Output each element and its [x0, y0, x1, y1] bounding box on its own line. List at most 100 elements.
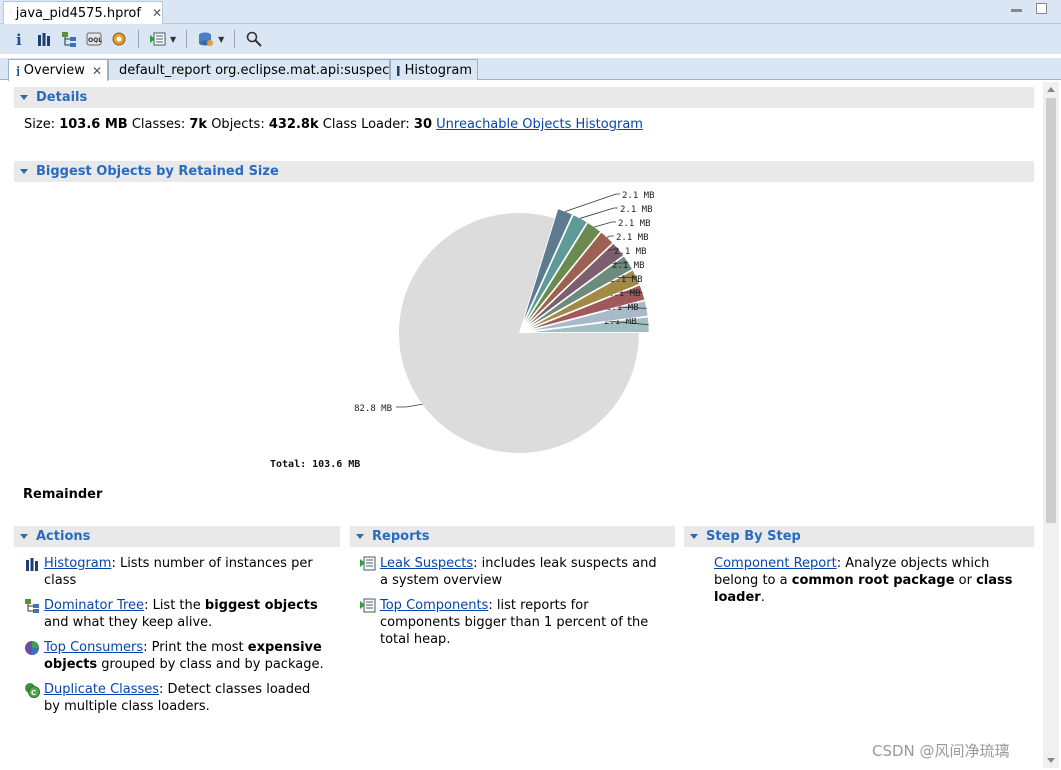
duplicate-classes-link[interactable]: Duplicate Classes — [44, 682, 159, 697]
component-report-desc-c: . — [760, 590, 765, 605]
dominator-desc-b: and what they keep alive. — [44, 615, 213, 630]
size-value: 103.6 MB — [59, 117, 128, 132]
class-loader-label: Class Loader: — [322, 117, 410, 132]
leak-suspects-link[interactable]: Leak Suspects — [380, 556, 473, 571]
report-icon — [360, 598, 376, 613]
tab-default-report-label: default_report org.eclipse.mat.api:suspe… — [119, 62, 402, 78]
collapse-icon — [356, 534, 364, 539]
editor-subtabs: i Overview ✕ default_report org.eclipse.… — [0, 58, 1061, 81]
run-report-icon[interactable] — [149, 30, 167, 48]
close-icon[interactable]: ✕ — [152, 6, 162, 20]
toolbar-separator — [234, 30, 236, 48]
file-tab[interactable]: java_pid4575.hprof ✕ — [3, 1, 163, 24]
step-by-step-list: Component Report: Analyze objects which … — [714, 555, 1034, 614]
action-item-dominator-tree: Dominator Tree: List the biggest objects… — [24, 597, 329, 631]
biggest-objects-chart: 2.1 MB 2.1 MB 2.1 MB 2.1 MB 2.1 MB 2.1 MB 2.1 … — [202, 187, 762, 482]
toolbar: i OQL ▼ ▼ — [0, 24, 1061, 54]
reports-section-header[interactable]: Reports — [350, 526, 675, 547]
info-icon[interactable]: i — [10, 30, 28, 48]
pie-data-label: 2.1 MB — [616, 233, 649, 243]
collapse-icon — [690, 534, 698, 539]
objects-label: Objects: — [211, 117, 265, 132]
pie-label: 2.1 MB — [594, 219, 651, 229]
vertical-scrollbar[interactable] — [1043, 82, 1059, 768]
chevron-down-icon[interactable]: ▼ — [170, 35, 176, 44]
svg-text:i: i — [16, 65, 19, 78]
pie-label: 2.1 MB — [607, 247, 647, 257]
tab-histogram[interactable]: Histogram — [390, 59, 478, 80]
info-icon: i — [16, 65, 19, 78]
pie-data-label: 2.1 MB — [614, 247, 647, 257]
pie-data-label: 82.8 MB — [354, 404, 392, 414]
histogram-link[interactable]: Histogram — [44, 556, 111, 571]
dominator-tree-link[interactable]: Dominator Tree — [44, 598, 144, 613]
oql-icon[interactable]: OQL — [85, 30, 103, 48]
pie-label: 82.8 MB — [354, 403, 423, 414]
scroll-up-icon[interactable] — [1047, 87, 1055, 92]
tab-overview-label: Overview — [23, 63, 85, 78]
top-consumers-desc-a: : Print the most — [143, 640, 248, 655]
biggest-objects-section-header[interactable]: Biggest Objects by Retained Size — [14, 161, 1034, 182]
collapse-icon — [20, 95, 28, 100]
step-item-component-report: Component Report: Analyze objects which … — [714, 555, 1034, 606]
scroll-down-icon[interactable] — [1047, 758, 1055, 763]
overview-content: Details Size: 103.6 MB Classes: 7k Objec… — [12, 80, 1042, 768]
heap-dump-icon — [10, 12, 11, 14]
tab-overview[interactable]: i Overview ✕ — [8, 59, 108, 81]
dominator-desc-bold: biggest objects — [204, 598, 318, 613]
chevron-down-icon[interactable]: ▼ — [218, 35, 224, 44]
histogram-icon[interactable] — [35, 30, 53, 48]
editor-titlebar: java_pid4575.hprof ✕ — [0, 0, 1061, 24]
toolbar-separator — [138, 30, 139, 48]
close-icon[interactable]: ✕ — [92, 64, 102, 78]
top-consumers-icon — [25, 641, 39, 655]
details-section-header[interactable]: Details — [14, 87, 1034, 108]
top-consumers-desc-b: grouped by class and by package. — [97, 657, 324, 672]
component-report-link[interactable]: Component Report — [714, 556, 837, 571]
tab-default-report[interactable]: default_report org.eclipse.mat.api:suspe… — [108, 59, 401, 80]
step-by-step-section-header[interactable]: Step By Step — [684, 526, 1034, 547]
unreachable-objects-link[interactable]: Unreachable Objects Histogram — [436, 117, 643, 132]
action-item-top-consumers: Top Consumers: Print the most expensive … — [24, 639, 329, 673]
svg-text:OQL: OQL — [88, 37, 102, 44]
actions-section-header[interactable]: Actions — [14, 526, 340, 547]
tab-histogram-label: Histogram — [404, 62, 472, 78]
collapse-icon — [20, 169, 28, 174]
biggest-objects-title: Biggest Objects by Retained Size — [36, 164, 279, 179]
reports-list: Leak Suspects: includes leak suspects an… — [360, 555, 665, 656]
report-item-top-components: Top Components: list reports for compone… — [360, 597, 665, 648]
pie-label: 2.1 MB — [606, 233, 649, 243]
file-tab-label: java_pid4575.hprof — [15, 5, 141, 21]
scrollbar-thumb[interactable] — [1046, 98, 1056, 523]
dominator-desc-a: : List the — [144, 598, 205, 613]
details-summary: Size: 103.6 MB Classes: 7k Objects: 432.… — [24, 117, 643, 132]
classes-value: 7k — [189, 117, 208, 132]
pie-chart: 2.1 MB2.1 MB2.1 MB2.1 MB2.1 MB2.1 MB2.1 … — [270, 191, 655, 470]
top-components-link[interactable]: Top Components — [380, 598, 488, 613]
step-by-step-title: Step By Step — [706, 529, 801, 544]
pie-label: 2.1 MB — [580, 205, 653, 219]
pie-data-label: 2.1 MB — [620, 205, 653, 215]
search-icon[interactable] — [245, 30, 263, 48]
minimize-icon[interactable] — [1011, 9, 1022, 12]
histogram-icon — [397, 66, 400, 76]
reports-title: Reports — [372, 529, 430, 544]
query-browser-icon[interactable] — [197, 30, 215, 48]
report-item-leak-suspects: Leak Suspects: includes leak suspects an… — [360, 555, 665, 589]
top-consumers-link[interactable]: Top Consumers — [44, 640, 143, 655]
pie-data-label: 2.1 MB — [612, 261, 645, 271]
objects-value: 432.8k — [268, 117, 319, 132]
histogram-icon — [26, 558, 38, 571]
action-item-histogram: Histogram: Lists number of instances per… — [24, 555, 329, 589]
heap-settings-icon[interactable] — [110, 30, 128, 48]
dominator-tree-icon[interactable] — [60, 30, 78, 48]
size-label: Size: — [24, 117, 56, 132]
collapse-icon — [20, 534, 28, 539]
actions-title: Actions — [36, 529, 91, 544]
pie-total-label: Total: 103.6 MB — [270, 459, 360, 470]
actions-list: Histogram: Lists number of instances per… — [24, 555, 329, 723]
remainder-label: Remainder — [23, 487, 103, 502]
dominator-tree-icon — [25, 599, 39, 613]
class-loader-value: 30 — [413, 117, 432, 132]
maximize-icon[interactable] — [1036, 3, 1047, 14]
